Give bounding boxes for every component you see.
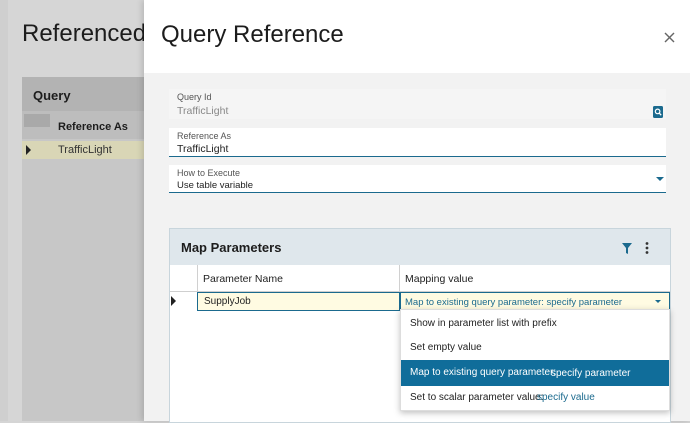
mapping-value-label: Map to existing query parameter:: [405, 297, 544, 308]
menu-item-scalar-value[interactable]: Set to scalar parameter value: specify v…: [401, 386, 669, 410]
chevron-down-icon[interactable]: [656, 177, 664, 181]
reference-as-field[interactable]: Reference As TrafficLight: [169, 128, 666, 157]
column-divider: [399, 265, 400, 291]
background-table-row: TrafficLight: [22, 141, 144, 159]
dialog-title: Query Reference: [161, 21, 344, 48]
background-title: Referenced: [22, 20, 147, 47]
column-divider: [197, 265, 198, 291]
filter-icon: [622, 243, 632, 254]
background-select-all: [24, 114, 50, 127]
background-query-panel: Query Reference As TrafficLight: [22, 77, 144, 421]
mapping-value-link[interactable]: specify parameter: [547, 297, 623, 308]
reference-as-value: TrafficLight: [177, 143, 229, 155]
menu-item-link[interactable]: specify value: [537, 392, 595, 403]
how-to-execute-value: Use table variable: [177, 180, 254, 191]
more-vertical-icon: [645, 242, 649, 254]
background-panel-title: Query: [33, 88, 71, 103]
menu-item-label: Set empty value: [410, 342, 482, 353]
menu-item-link[interactable]: specify parameter: [551, 368, 630, 379]
row-pointer-icon: [171, 296, 176, 306]
close-button[interactable]: [662, 29, 678, 47]
parameter-name-cell[interactable]: SupplyJob: [197, 292, 400, 311]
map-parameters-title: Map Parameters: [181, 240, 282, 255]
menu-item-set-empty[interactable]: Set empty value: [401, 336, 669, 360]
reference-as-label: Reference As: [177, 131, 232, 141]
background-column-header: Reference As: [22, 111, 144, 139]
column-mapping-value[interactable]: Mapping value: [405, 273, 473, 285]
background-left-strip: [0, 0, 8, 421]
mapping-value-dropdown: Show in parameter list with prefix Set e…: [400, 309, 670, 411]
menu-item-show-with-prefix[interactable]: Show in parameter list with prefix: [401, 312, 669, 336]
row-pointer-icon: [26, 145, 31, 155]
menu-item-map-existing[interactable]: Map to existing query parameter: specify…: [401, 360, 669, 386]
column-parameter-name[interactable]: Parameter Name: [203, 273, 283, 285]
background-panel-header: Query: [22, 77, 144, 111]
background-row-label: TrafficLight: [58, 144, 112, 156]
query-id-label: Query Id: [177, 92, 212, 102]
background-column-label: Reference As: [58, 121, 128, 133]
parameter-name-value: SupplyJob: [204, 296, 251, 307]
lookup-icon: [653, 106, 663, 118]
how-to-execute-select[interactable]: How to Execute Use table variable: [169, 165, 666, 193]
parameters-column-header: Parameter Name Mapping value: [170, 265, 670, 292]
menu-item-label: Show in parameter list with prefix: [410, 318, 557, 329]
lookup-button[interactable]: [653, 105, 664, 118]
close-icon: [664, 32, 675, 43]
menu-item-label: Map to existing query parameter:: [410, 367, 557, 378]
more-options-button[interactable]: [645, 241, 649, 254]
table-row[interactable]: SupplyJob Map to existing query paramete…: [170, 292, 670, 311]
query-id-value: TrafficLight: [177, 105, 229, 117]
query-id-field[interactable]: Query Id TrafficLight: [169, 89, 666, 119]
how-to-execute-label: How to Execute: [177, 168, 241, 178]
menu-item-label: Set to scalar parameter value:: [410, 392, 544, 403]
chevron-down-icon[interactable]: [655, 300, 661, 303]
map-parameters-header: Map Parameters: [170, 229, 670, 265]
mapping-value-text: Map to existing query parameter: specify…: [405, 297, 622, 308]
filter-button[interactable]: [622, 241, 632, 254]
